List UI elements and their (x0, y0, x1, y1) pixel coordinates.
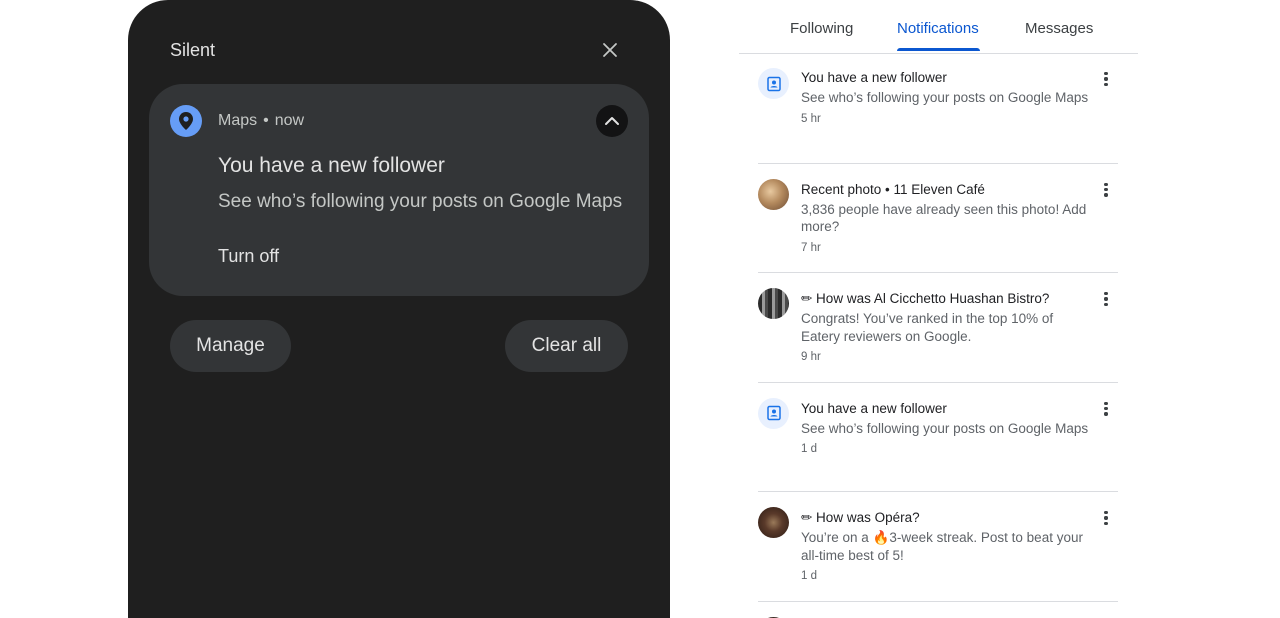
list-item[interactable]: ✏ How was Al Cicchetto Huashan Bistro? C… (758, 273, 1118, 383)
more-options-icon[interactable] (1100, 400, 1112, 420)
list-item-title: Recent photo • 11 Eleven Café (801, 181, 985, 197)
active-tab-indicator (897, 48, 980, 51)
close-icon[interactable] (600, 40, 620, 60)
list-item-text: ✏ How was Al Cicchetto Huashan Bistro? C… (801, 290, 1091, 364)
list-item-time: 7 hr (801, 241, 821, 254)
clear-all-button[interactable]: Clear all (505, 320, 628, 372)
list-item-body: You’re on a 🔥3-week streak. Post to beat… (801, 530, 1083, 563)
list-item-body: See who’s following your posts on Google… (801, 420, 1089, 436)
list-item[interactable]: You have a new follower See who’s follow… (758, 383, 1118, 492)
list-item[interactable]: You have a new follower See who’s follow… (758, 54, 1118, 164)
tab-notifications[interactable]: Notifications (897, 20, 979, 38)
notification-feed: You have a new follower See who’s follow… (758, 54, 1118, 618)
notification-time: now (274, 112, 305, 129)
list-item-title: You have a new follower (801, 400, 947, 416)
maps-pin-icon (170, 105, 202, 137)
list-item-time: 5 hr (801, 112, 821, 125)
follower-icon (758, 397, 789, 429)
notification-meta: Maps • now (218, 111, 304, 131)
photo-avatar (758, 507, 789, 538)
list-item-body: Congrats! You’ve ranked in the top 10% o… (801, 311, 1054, 344)
more-options-icon[interactable] (1100, 290, 1112, 310)
app-name: Maps (218, 112, 258, 129)
list-item[interactable]: Recent photo • 11 Eleven Café 3,836 peop… (758, 164, 1118, 273)
list-item-text: ✏ How was Opéra? You’re on a 🔥3-week str… (801, 509, 1091, 583)
meta-separator: • (263, 112, 269, 129)
list-item-text: Recent photo • 11 Eleven Café 3,836 peop… (801, 181, 1091, 255)
list-item-time: 9 hr (801, 351, 821, 363)
notification-shade: Silent Maps • now You have a new follower … (128, 0, 670, 618)
list-item-body: 3,836 people have already seen this phot… (801, 201, 1087, 235)
tab-bar: Following Notifications Messages (739, 0, 1138, 54)
list-item-body: See who’s following your posts on Google… (801, 90, 1089, 105)
photo-avatar (758, 288, 789, 319)
list-item-title: ✏ How was Al Cicchetto Huashan Bistro? (801, 291, 1050, 306)
list-item-title: You have a new follower (801, 70, 947, 85)
list-item-text: You have a new follower See who’s follow… (801, 69, 1091, 126)
more-options-icon[interactable] (1100, 70, 1112, 90)
chevron-up-icon (605, 117, 619, 125)
notification-card[interactable]: Maps • now You have a new follower See who… (149, 84, 649, 296)
shade-title: Silent (170, 40, 216, 60)
list-item-text: You have a new follower See who’s follow… (801, 400, 1091, 457)
list-item-time: 1 d (801, 570, 817, 582)
more-options-icon[interactable] (1100, 509, 1112, 529)
photo-avatar (758, 178, 789, 210)
tab-following[interactable]: Following (790, 20, 853, 38)
collapse-button[interactable] (596, 105, 628, 137)
shade-header: Silent (170, 38, 628, 62)
notification-body: See who’s following your posts on Google… (218, 191, 623, 212)
list-item-partial[interactable] (758, 602, 1118, 618)
list-item-title: ✏ How was Opéra? (801, 510, 920, 525)
list-item-time: 1 d (801, 443, 817, 455)
manage-button[interactable]: Manage (170, 320, 291, 372)
more-options-icon[interactable] (1100, 181, 1112, 201)
tab-messages[interactable]: Messages (1025, 20, 1093, 38)
notification-title: You have a new follower (218, 154, 445, 177)
list-item[interactable]: ✏ How was Opéra? You’re on a 🔥3-week str… (758, 492, 1118, 602)
turn-off-button[interactable]: Turn off (218, 244, 279, 268)
follower-icon (758, 68, 789, 99)
